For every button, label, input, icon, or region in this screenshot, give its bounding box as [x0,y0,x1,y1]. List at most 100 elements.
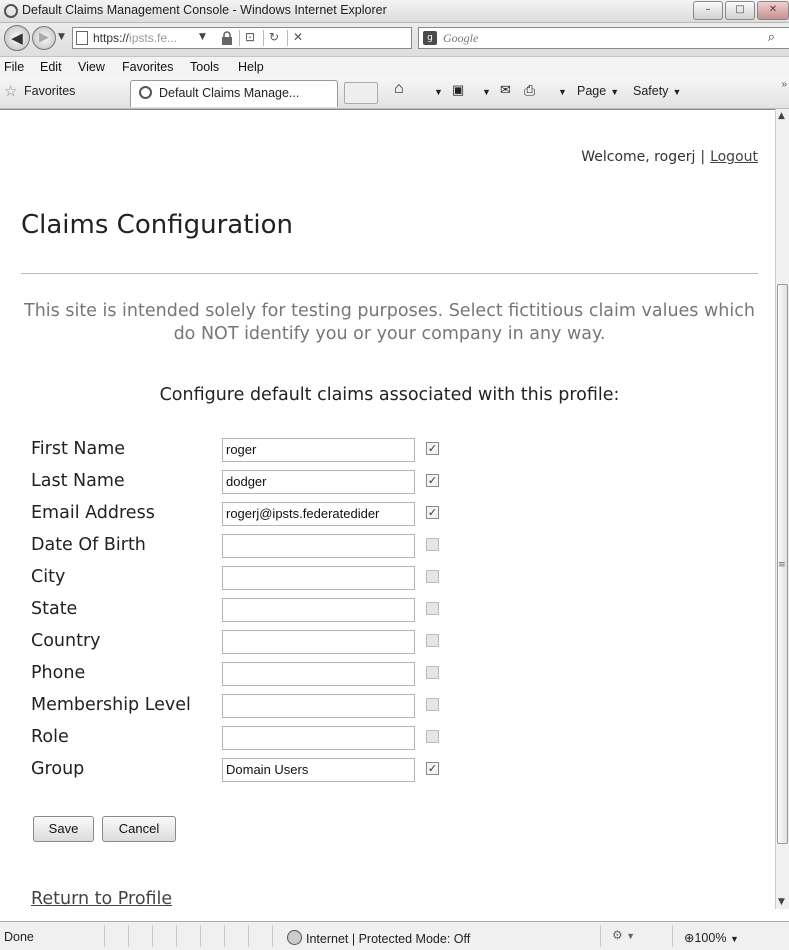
menu-bar: File Edit View Favorites Tools Help [0,57,789,77]
print-dropdown-icon[interactable]: ▼ [554,84,567,98]
vertical-scrollbar[interactable]: ▲ ≡ ▼ [775,109,789,909]
claim-label: Email Address [31,503,155,523]
return-to-profile-link[interactable]: Return to Profile [31,889,172,909]
claim-row-email: Email Address rogerj@ipsts.federatedider… [21,502,761,534]
claim-row-membership-level: Membership Level [21,694,761,726]
welcome-separator: | [700,149,706,165]
city-checkbox[interactable] [426,570,439,583]
claim-label: Role [31,727,69,747]
claim-label: Last Name [31,471,125,491]
mail-icon[interactable]: ✉ [500,82,511,98]
favorites-bar: ☆ Favorites Default Claims Manage... ⌂ ▼… [0,77,789,109]
page-menu[interactable]: Page ▼ [577,84,619,98]
addons-icon[interactable]: ⚙ ▼ [612,928,635,942]
safety-menu[interactable]: Safety ▼ [633,84,681,98]
claim-label: Group [31,759,85,779]
globe-icon [287,930,302,945]
menu-edit[interactable]: Edit [40,60,62,74]
menu-favorites[interactable]: Favorites [122,60,173,74]
menu-help[interactable]: Help [238,60,264,74]
page-icon [76,31,88,45]
state-checkbox[interactable] [426,602,439,615]
home-icon[interactable]: ⌂ [394,80,404,98]
stop-icon[interactable]: ✕ [293,30,303,44]
email-address-checkbox[interactable]: ✓ [426,506,439,519]
new-tab-button[interactable] [344,82,378,104]
forward-button[interactable]: ▶ [32,26,56,50]
last-name-input[interactable]: dodger [222,470,415,494]
compatibility-view-icon[interactable]: ⊡ [245,30,255,44]
save-button[interactable]: Save [33,816,94,842]
search-box[interactable]: g Google ⌕ [418,27,789,49]
zoom-level[interactable]: ⊕100% ▼ [684,930,739,945]
scroll-grip-icon: ≡ [778,560,786,570]
country-checkbox[interactable] [426,634,439,647]
lock-icon[interactable] [221,31,233,45]
more-commands-icon[interactable]: » [781,79,787,90]
page-content: Welcome, rogerj | Logout Claims Configurat… [0,109,775,910]
address-separator [239,30,240,46]
recent-pages-dropdown-icon[interactable]: ▼ [58,32,65,42]
search-placeholder: Google [443,31,479,45]
membership-level-checkbox[interactable] [426,698,439,711]
cancel-button[interactable]: Cancel [102,816,176,842]
claim-label: Membership Level [31,695,191,715]
country-input[interactable] [222,630,415,654]
date-of-birth-checkbox[interactable] [426,538,439,551]
role-input[interactable] [222,726,415,750]
feeds-icon[interactable]: ▣ [452,82,464,98]
first-name-checkbox[interactable]: ✓ [426,442,439,455]
claim-row-city: City [21,566,761,598]
title-divider [21,273,758,274]
security-zone[interactable]: Internet | Protected Mode: Off [287,930,470,946]
window-title: Default Claims Management Console - Wind… [22,3,387,17]
status-divider [600,925,601,947]
configure-heading: Configure default claims associated with… [159,385,620,405]
scroll-down-icon[interactable]: ▼ [778,897,785,907]
role-checkbox[interactable] [426,730,439,743]
state-input[interactable] [222,598,415,622]
home-dropdown-icon[interactable]: ▼ [430,84,443,98]
minimize-button[interactable]: – [693,1,723,20]
address-bar[interactable]: https://ipsts.fe... ▼ ⊡ ↻ ✕ [72,27,412,49]
search-icon[interactable]: ⌕ [768,30,775,45]
last-name-checkbox[interactable]: ✓ [426,474,439,487]
menu-view[interactable]: View [78,60,105,74]
status-divider [248,925,249,947]
scroll-up-icon[interactable]: ▲ [778,111,785,121]
feeds-dropdown-icon[interactable]: ▼ [478,84,491,98]
city-input[interactable] [222,566,415,590]
address-dropdown-icon[interactable]: ▼ [199,32,206,42]
logout-link[interactable]: Logout [710,149,758,165]
print-icon[interactable]: ⎙ [524,82,535,99]
phone-checkbox[interactable] [426,666,439,679]
close-button[interactable]: ✕ [757,1,789,20]
email-address-input[interactable]: rogerj@ipsts.federatedider [222,502,415,526]
browser-tab[interactable]: Default Claims Manage... [130,80,338,107]
phone-input[interactable] [222,662,415,686]
status-text: Done [4,930,34,944]
claim-label: State [31,599,78,619]
refresh-icon[interactable]: ↻ [269,30,279,44]
status-bar: Done Internet | Protected Mode: Off ⚙ ▼ … [0,921,789,950]
window-title-bar: Default Claims Management Console - Wind… [0,0,789,23]
claim-row-phone: Phone [21,662,761,694]
status-divider [224,925,225,947]
claim-row-last-name: Last Name dodger ✓ [21,470,761,502]
address-url[interactable]: https://ipsts.fe... [93,31,177,45]
first-name-input[interactable]: roger [222,438,415,462]
claim-label: Country [31,631,101,651]
maximize-button[interactable]: □ [725,1,755,20]
claim-row-role: Role [21,726,761,758]
menu-tools[interactable]: Tools [190,60,219,74]
back-button[interactable]: ◀ [4,25,30,51]
group-checkbox[interactable]: ✓ [426,762,439,775]
date-of-birth-input[interactable] [222,534,415,558]
membership-level-input[interactable] [222,694,415,718]
menu-file[interactable]: File [4,60,24,74]
claim-label: First Name [31,439,126,459]
claim-label: Phone [31,663,86,683]
group-input[interactable]: Domain Users [222,758,415,782]
status-divider [200,925,201,947]
page-title: Claims Configuration [21,210,293,240]
